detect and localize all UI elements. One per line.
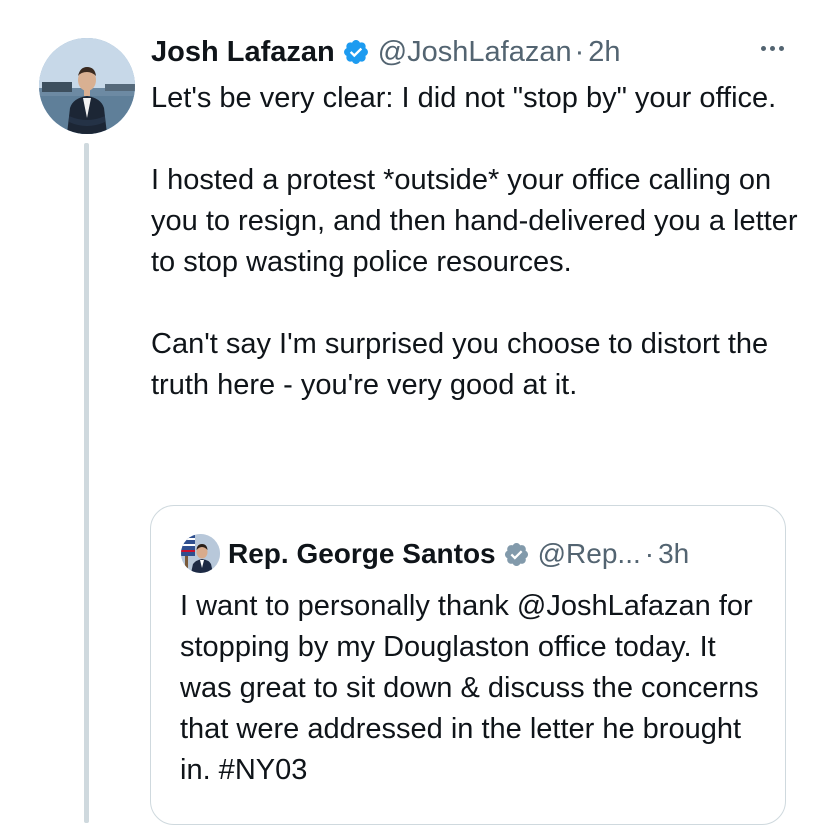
verified-badge-icon[interactable] <box>342 38 370 66</box>
quoted-tweet-text: I want to personally thank @JoshLafazan … <box>180 590 759 786</box>
tweet-paragraph: I hosted a protest *outside* your office… <box>151 164 798 278</box>
quoted-tweet-header: Rep. George Santos @Rep... · 3h <box>228 532 689 576</box>
government-verified-badge-icon[interactable] <box>503 541 530 568</box>
tweet-paragraph: Let's be very clear: I did not "stop by"… <box>151 82 777 114</box>
quoted-tweet-timestamp[interactable]: 3h <box>658 538 689 570</box>
author-avatar[interactable] <box>39 38 135 134</box>
more-dot <box>778 45 784 51</box>
tweet-header: Josh Lafazan @JoshLafazan · 2h <box>151 30 621 74</box>
more-dot <box>769 45 775 51</box>
more-options-icon[interactable] <box>754 36 790 60</box>
tweet-timestamp[interactable]: 2h <box>588 36 620 69</box>
quoted-author-avatar[interactable] <box>181 534 220 573</box>
tweet-body: Let's be very clear: I did not "stop by"… <box>151 78 811 406</box>
thread-connector-line <box>84 143 89 823</box>
author-name[interactable]: Josh Lafazan <box>151 36 335 69</box>
separator-dot: · <box>644 538 655 569</box>
more-dot <box>760 45 766 51</box>
tweet[interactable]: Josh Lafazan @JoshLafazan · 2h Let's be … <box>0 0 827 825</box>
author-handle[interactable]: @JoshLafazan <box>378 36 572 69</box>
quoted-author-handle[interactable]: @Rep... <box>538 538 641 570</box>
separator-dot: · <box>574 35 585 68</box>
tweet-paragraph: Can't say I'm surprised you choose to di… <box>151 328 769 401</box>
quoted-author-name[interactable]: Rep. George Santos <box>228 538 496 570</box>
quoted-tweet-card[interactable]: Rep. George Santos @Rep... · 3h I want t… <box>150 505 786 825</box>
